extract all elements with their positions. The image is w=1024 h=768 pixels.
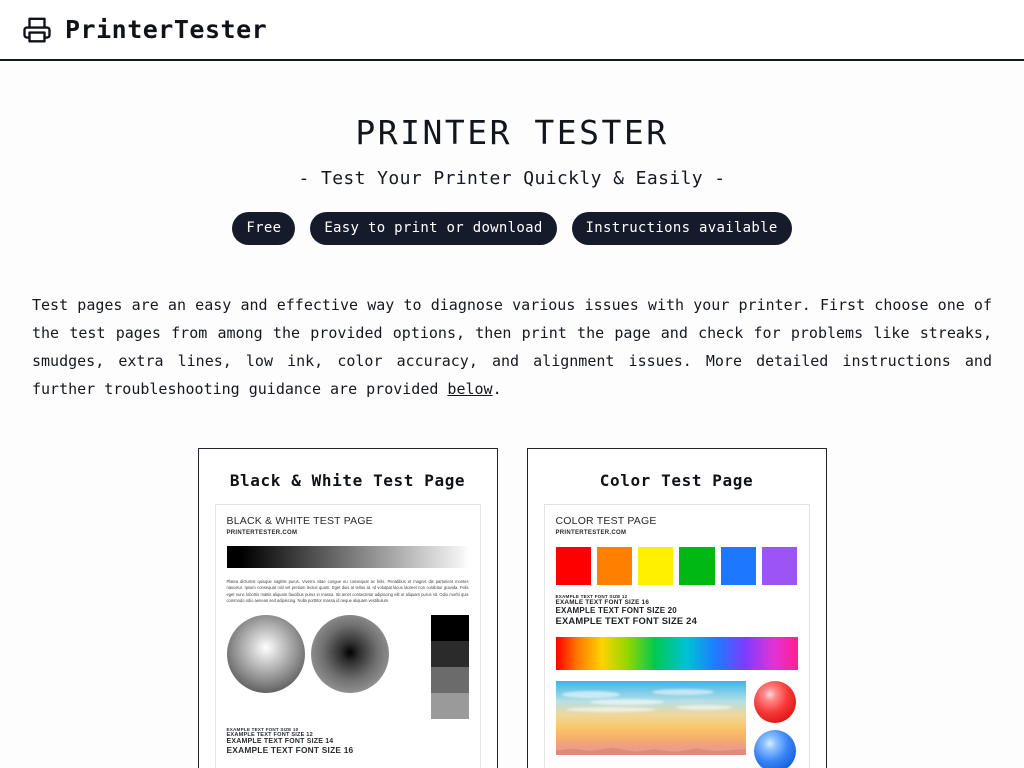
card-title: Black & White Test Page bbox=[229, 471, 466, 490]
below-link[interactable]: below bbox=[447, 380, 492, 398]
swatch-orange bbox=[596, 547, 633, 585]
red-sphere bbox=[753, 681, 796, 723]
gray-step-2 bbox=[430, 640, 469, 667]
font-size-line: EXAMPLE TEXT FONT SIZE 24 bbox=[555, 615, 697, 626]
test-page-cards: Black & White Test Page BLACK & WHITE TE… bbox=[32, 448, 992, 768]
printer-icon bbox=[22, 15, 52, 45]
gray-step-3 bbox=[430, 666, 469, 693]
preview-heading: COLOR TEST PAGE bbox=[555, 515, 657, 527]
intro-paragraph: Test pages are an easy and effective way… bbox=[32, 291, 992, 403]
font-size-line: EXAMPLE TEXT FONT SIZE 16 bbox=[226, 744, 354, 755]
badge-free: Free bbox=[232, 212, 296, 245]
swatch-blue bbox=[720, 547, 757, 585]
font-size-line: EXAMPLE TEXT FONT SIZE 14 bbox=[226, 737, 334, 745]
mountain-ridge bbox=[555, 747, 746, 755]
card-color-test-page[interactable]: Color Test Page COLOR TEST PAGE PRINTERT… bbox=[526, 448, 827, 768]
swatch-purple bbox=[762, 547, 798, 585]
sunset-sky-photo bbox=[555, 681, 746, 755]
blue-sphere bbox=[753, 730, 796, 768]
preview-subheading: PRINTERTESTER.COM bbox=[226, 530, 298, 536]
photo-row bbox=[555, 681, 798, 768]
font-size-line: EXAMPLE TEXT FONT SIZE 20 bbox=[555, 606, 677, 615]
hero-section: PRINTER TESTER - Test Your Printer Quick… bbox=[0, 61, 1024, 245]
rainbow-gradient-bar bbox=[555, 637, 798, 670]
grayscale-step-bar bbox=[430, 614, 469, 719]
gray-step-1 bbox=[430, 614, 469, 641]
preview-black-white[interactable]: BLACK & WHITE TEST PAGE PRINTERTESTER.CO… bbox=[214, 504, 481, 768]
dark-center-sphere bbox=[310, 614, 389, 693]
badge-instructions: Instructions available bbox=[571, 212, 792, 245]
page-title: PRINTER TESTER bbox=[355, 113, 669, 152]
font-size-samples: EXAMPLE TEXT FONT SIZE 10 EXAMPLE TEXT F… bbox=[227, 727, 469, 755]
preview-subheading: PRINTERTESTER.COM bbox=[555, 530, 627, 536]
color-swatch-row bbox=[555, 547, 798, 585]
font-size-line: EXAMLE TEXT FONT SIZE 16 bbox=[555, 599, 650, 606]
brand-name: PrinterTester bbox=[65, 15, 268, 44]
swatch-green bbox=[679, 547, 715, 585]
color-sphere-column bbox=[753, 681, 796, 768]
font-size-samples: EXAMPLE TEXT FONT SIZE 12 EXAMLE TEXT FO… bbox=[556, 594, 798, 626]
card-black-white-test-page[interactable]: Black & White Test Page BLACK & WHITE TE… bbox=[197, 448, 498, 768]
card-title: Color Test Page bbox=[599, 471, 754, 490]
brand[interactable]: PrinterTester bbox=[22, 15, 267, 45]
grayscale-gradient-bar bbox=[226, 546, 469, 568]
light-center-sphere bbox=[226, 614, 305, 693]
badge-easy-print: Easy to print or download bbox=[310, 212, 557, 245]
swatch-yellow bbox=[638, 547, 674, 585]
badge-list: Free Easy to print or download Instructi… bbox=[0, 212, 1024, 245]
preview-paragraph: Platea dictumst quisque sagittis purus. … bbox=[226, 579, 469, 604]
swatch-red bbox=[555, 547, 591, 585]
intro-text-after: . bbox=[492, 380, 502, 398]
site-header: PrinterTester bbox=[0, 0, 1024, 61]
page-subtitle: - Test Your Printer Quickly & Easily - bbox=[298, 168, 726, 189]
preview-heading: BLACK & WHITE TEST PAGE bbox=[226, 515, 373, 527]
intro-text-before: Test pages are an easy and effective way… bbox=[32, 296, 992, 398]
sphere-row bbox=[226, 614, 469, 719]
preview-color[interactable]: COLOR TEST PAGE PRINTERTESTER.COM EXAMPL… bbox=[543, 504, 810, 768]
gray-step-4 bbox=[430, 692, 469, 719]
